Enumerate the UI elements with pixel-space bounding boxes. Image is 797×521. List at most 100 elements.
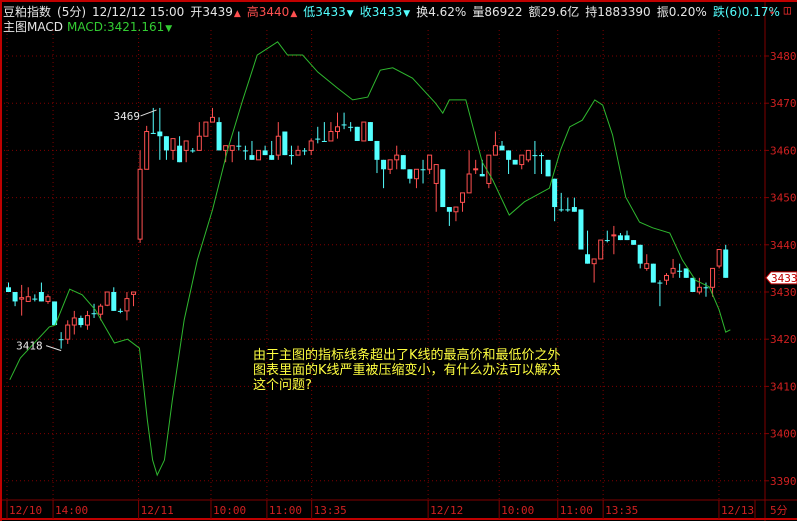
y-tick-label: 3410 — [770, 380, 797, 393]
candle-body-up — [611, 234, 617, 237]
window-icon[interactable]: ◫ — [784, 3, 791, 17]
candle-body-down — [637, 244, 643, 264]
down-arrow-icon: ▼ — [346, 9, 354, 19]
candle-body-down — [650, 263, 656, 283]
y-tick-label: 3390 — [770, 475, 797, 488]
high-price: 高3440▲ — [247, 5, 297, 19]
note-line: 这个问题? — [253, 378, 312, 393]
indicator-name[interactable]: 主图MACD — [3, 20, 63, 34]
futures-chart-window: 3390 3400 3410 3420 3430 3440 3450 3460 3470 3480… — [0, 0, 797, 521]
candle-body-down — [354, 126, 360, 141]
candle-body-down — [657, 282, 663, 284]
candle-body-up — [525, 149, 531, 161]
candle-body-up — [710, 267, 716, 288]
candle-body-up — [394, 154, 400, 161]
y-tick-label: 3440 — [770, 239, 797, 252]
x-tick-label: 11:00 — [269, 504, 302, 517]
annotation-leader — [140, 109, 157, 117]
candle-body-down — [558, 209, 564, 211]
candle-body-up — [25, 296, 31, 302]
candle-body-up — [696, 286, 702, 293]
candle-body-down — [624, 235, 630, 241]
candle-body-up — [466, 173, 472, 194]
amount: 额29.6亿 — [528, 5, 580, 19]
up-arrow-icon: ▲ — [290, 9, 298, 19]
candle-body-down — [288, 155, 294, 157]
candle-body-down — [703, 287, 709, 289]
candle-body-down — [374, 140, 380, 160]
candle-body-down — [604, 240, 610, 242]
high-text: 高3440 — [246, 5, 290, 19]
y-tick-label: 3420 — [770, 333, 797, 346]
candle-body-up — [137, 168, 143, 240]
candle-body-down — [6, 287, 11, 292]
last-price-label: 3433 — [771, 272, 797, 285]
candle-body-down — [262, 150, 268, 156]
candle-body-up — [229, 145, 235, 151]
indicator-header: 主图MACD MACD:3421.161▼ — [3, 18, 178, 35]
candle-body-down — [117, 310, 123, 312]
x-tick-label: 12/12 — [430, 504, 463, 517]
candle-body-up — [124, 298, 130, 312]
instrument-name: 豆粕指数 — [3, 5, 52, 19]
candle-body-down — [315, 138, 321, 140]
candle-body-down — [249, 155, 255, 160]
x-tick-label: 13:35 — [605, 504, 638, 517]
candle-body-up — [664, 274, 669, 281]
y-tick-label: 3430 — [770, 286, 797, 299]
candle-body-up — [453, 206, 459, 213]
candle-body-up — [45, 296, 51, 302]
candle-body-up — [519, 154, 525, 166]
candle-body-down — [236, 145, 242, 147]
candle-body-up — [644, 263, 650, 269]
candle-body-up — [104, 291, 110, 306]
candle-body-up — [295, 149, 301, 156]
candle-body-up — [203, 121, 209, 137]
candlestick-chart[interactable]: 3390 3400 3410 3420 3430 3440 3450 3460 3470 3480… — [0, 0, 797, 521]
candle-body-down — [348, 126, 354, 128]
candle-body-up — [308, 140, 314, 151]
candle-body-down — [163, 136, 169, 151]
candle-body-up — [84, 315, 90, 326]
candle-body-down — [321, 140, 327, 142]
candle-body-down — [683, 268, 689, 278]
close-text: 收3433 — [359, 5, 403, 19]
x-tick-label: 12/10 — [9, 504, 42, 517]
candle-body-down — [381, 159, 387, 170]
candle-body-down — [78, 317, 84, 326]
download-arrow-icon[interactable]: ⇣ — [769, 3, 776, 17]
candle-body-up — [196, 135, 202, 151]
candle-body-down — [269, 155, 275, 160]
x-tick-label: 12/13 — [721, 504, 754, 517]
candle-body-down — [578, 209, 584, 250]
candle-body-down — [440, 169, 446, 208]
y-tick-label: 3460 — [770, 144, 797, 157]
period-label: 5分 — [770, 504, 788, 517]
candle-body-down — [12, 292, 18, 302]
candle-body-down — [571, 207, 577, 212]
candle-body-down — [420, 169, 426, 171]
up-arrow-icon: ▲ — [233, 9, 241, 19]
down-arrow-icon: ▼ — [165, 24, 173, 34]
candle-body-down — [58, 339, 64, 341]
candle-body-down — [677, 270, 683, 272]
candle-body-down — [190, 150, 196, 152]
candle-body-up — [361, 121, 367, 142]
open-interest: 持1883390 — [585, 5, 651, 19]
x-tick-label: 10:00 — [213, 504, 246, 517]
candle-body-up — [591, 258, 597, 265]
candle-body-up — [486, 154, 492, 184]
macd-value: MACD:3421.161 — [66, 20, 165, 34]
candle-body-up — [328, 131, 334, 142]
candle-body-down — [341, 124, 347, 126]
candle-body-down — [446, 207, 452, 212]
candle-body-down — [723, 249, 729, 278]
candle-body-up — [335, 126, 340, 133]
y-tick-label: 3400 — [770, 428, 797, 441]
candle-body-up — [19, 297, 25, 300]
note-line: 图表里面的K线严重被压缩变小，有什么办法可以解决 — [253, 363, 561, 378]
candle-body-up — [275, 135, 281, 156]
low-annotation: 3418 — [16, 340, 43, 353]
question-annotation: 由于主图的指标线条超出了K线的最高价和最低价之外 图表里面的K线严重被压缩变小，… — [253, 348, 613, 393]
candle-body-up — [413, 168, 419, 180]
